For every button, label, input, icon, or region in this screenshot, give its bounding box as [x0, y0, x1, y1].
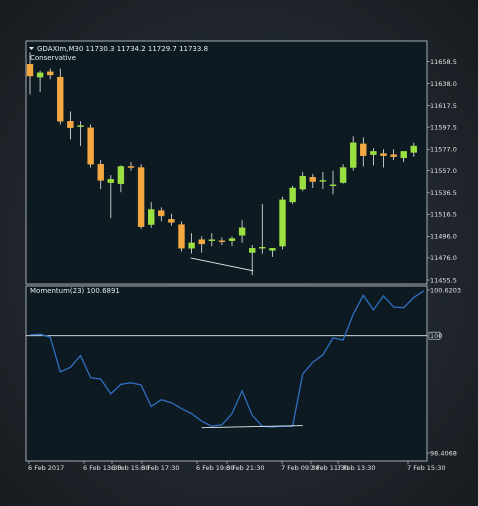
- bear-candle: [67, 121, 74, 128]
- momentum-axis: 100.6203 98.4068: [427, 286, 461, 457]
- bear-candle: [127, 166, 135, 168]
- bull-candle: [117, 166, 125, 184]
- bear-candle: [57, 76, 64, 122]
- bear-candle: [168, 218, 175, 223]
- price-tick-label: 11536.5: [430, 189, 457, 197]
- bull-candle: [208, 239, 216, 241]
- price-tick-label: 11658.5: [430, 58, 457, 66]
- bull-candle: [269, 248, 276, 251]
- momentum-tick-label: 100.6203: [430, 286, 461, 294]
- bull-candle: [238, 227, 246, 236]
- level-badge-label: 100: [430, 332, 442, 340]
- bear-candle: [380, 153, 387, 156]
- time-tick-label: 6 Feb 21:30: [226, 464, 265, 472]
- bull-candle: [259, 246, 266, 249]
- time-tick-label: 6 Feb 17:30: [141, 464, 180, 472]
- time-tick-label: 7 Feb 15:30: [407, 464, 446, 472]
- price-tick-label: 11597.5: [430, 123, 457, 131]
- price-tick-label: 11516.5: [430, 211, 457, 219]
- bear-candle: [26, 63, 34, 77]
- bull-candle: [188, 242, 195, 249]
- price-tick-label: 11617.5: [430, 102, 457, 110]
- bull-candle: [77, 125, 84, 127]
- price-axis: 11658.5 11638.0 11617.5 11597.5 11577.0 11557…: [427, 58, 457, 284]
- bull-candle: [329, 184, 337, 187]
- bear-candle: [158, 210, 165, 217]
- bear-candle: [198, 239, 205, 245]
- time-tick-label: 6 Feb 2017: [28, 464, 64, 472]
- price-tick-label: 11638.0: [430, 80, 457, 88]
- price-tick-label: 11496.0: [430, 233, 457, 241]
- momentum-label: Momentum(23) 100.6891: [30, 287, 120, 295]
- bull-candle: [410, 145, 417, 153]
- bull-candle: [289, 187, 296, 203]
- momentum-tick-label: 98.4068: [430, 449, 457, 457]
- price-panel: [25, 40, 428, 285]
- bear-candle: [137, 167, 145, 227]
- price-tick-label: 11455.5: [430, 276, 457, 284]
- bear-candle: [309, 177, 316, 182]
- bear-candle: [97, 164, 104, 181]
- bear-candle: [360, 143, 367, 156]
- bear-candle: [218, 240, 226, 242]
- time-tick-label: 7 Feb 13:30: [337, 464, 376, 472]
- bull-candle: [279, 199, 286, 247]
- bear-candle: [87, 127, 94, 165]
- time-axis: 6 Feb 2017 6 Feb 13:306 Feb 15:306 Feb 17…: [28, 461, 446, 472]
- bull-candle: [350, 142, 357, 168]
- bull-candle: [299, 175, 306, 190]
- momentum-panel: [25, 285, 428, 462]
- symbol-line: GDAXIm,M30 11730.3 11734.2 11729.7 11733…: [37, 45, 208, 53]
- level-badge: 100: [428, 331, 442, 340]
- price-tick-label: 11577.0: [430, 146, 457, 154]
- bull-candle: [319, 180, 327, 182]
- price-tick-label: 11557.0: [430, 167, 457, 175]
- bear-candle: [47, 71, 54, 76]
- price-tick-label: 11476.0: [430, 254, 457, 262]
- bull-candle: [36, 72, 44, 78]
- bear-candle: [390, 154, 397, 157]
- chart-svg: 11658.5 11638.0 11617.5 11597.5 11577.0 11557…: [25, 40, 461, 472]
- bull-candle: [107, 179, 115, 183]
- bull-candle: [228, 238, 236, 241]
- bull-candle: [147, 209, 155, 225]
- bull-candle: [370, 151, 377, 155]
- bull-candle: [400, 151, 407, 159]
- bull-candle: [248, 248, 256, 253]
- indicator-name: Conservative: [30, 54, 76, 62]
- bull-candle: [339, 167, 347, 183]
- bear-candle: [178, 224, 185, 249]
- chart-window-frame: 11658.5 11638.0 11617.5 11597.5 11577.0 11557…: [0, 0, 478, 506]
